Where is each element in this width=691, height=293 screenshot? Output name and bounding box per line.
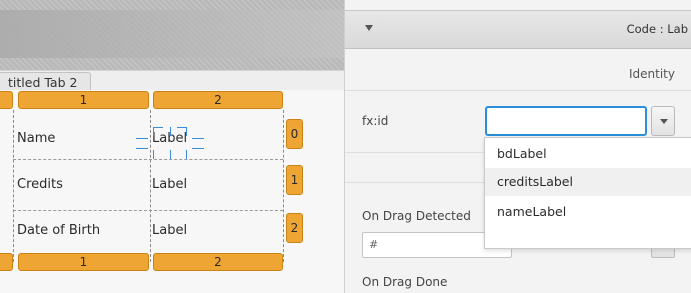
grid-line-row-2 (13, 210, 283, 211)
column-marker-1-top[interactable]: 1 (18, 91, 149, 109)
column-marker-1-bottom[interactable]: 1 (18, 253, 149, 271)
inspector-panel: Code : Lab Identity fx:id On Drag Detect… (344, 0, 691, 293)
fxid-dropdown-list[interactable]: bdLabel creditsLabel nameLabel (484, 137, 691, 249)
dropdown-option[interactable]: nameLabel (497, 204, 566, 219)
divider (345, 90, 691, 91)
canvas-shade (0, 10, 344, 58)
row-marker-1[interactable]: 1 (286, 165, 303, 195)
hash-prefix: # (369, 238, 379, 251)
dropdown-option-highlighted[interactable]: creditsLabel (485, 168, 691, 196)
column-marker-2-top[interactable]: 2 (153, 91, 283, 109)
tab-strip: titled Tab 2 (0, 70, 344, 91)
grid-cell-name-label[interactable]: Name (17, 131, 55, 146)
grid-line-col-right (283, 110, 284, 262)
grid-line-col-left (13, 110, 14, 262)
grid-cell-credits-label[interactable]: Credits (17, 177, 63, 192)
grid-cell-dob-label[interactable]: Date of Birth (17, 223, 100, 238)
code-section-header[interactable]: Code : Lab (345, 10, 691, 49)
fxid-input[interactable] (485, 106, 647, 136)
grid-cell-credits-value[interactable]: Label (152, 177, 187, 192)
collapse-triangle-icon[interactable] (365, 25, 373, 31)
gridpane[interactable]: 1 2 Name Label Credits Label Date of Bir… (0, 90, 344, 293)
section-title: Code : Lab (626, 22, 688, 36)
design-canvas[interactable]: titled Tab 2 1 2 Name Label Credits Labe… (0, 0, 344, 293)
on-drag-done-label: On Drag Done (362, 275, 448, 289)
row-marker-0[interactable]: 0 (286, 119, 303, 149)
grid-cell-dob-value[interactable]: Label (152, 223, 187, 238)
grid-line-row-1 (13, 159, 283, 160)
column-marker-2-bottom[interactable]: 2 (153, 253, 283, 271)
fxid-dropdown-button[interactable] (651, 106, 675, 136)
column-marker-stub-bottom[interactable] (0, 253, 13, 271)
identity-group-label: Identity (629, 67, 675, 81)
chevron-down-icon (660, 119, 668, 124)
dropdown-option[interactable]: bdLabel (497, 146, 547, 161)
column-marker-stub-top[interactable] (0, 91, 13, 109)
tab-untitled-2[interactable]: titled Tab 2 (0, 72, 91, 90)
fxid-label: fx:id (362, 114, 389, 128)
on-drag-detected-label: On Drag Detected (362, 209, 471, 223)
grid-line-col-mid (150, 110, 151, 262)
row-marker-2[interactable]: 2 (286, 213, 303, 243)
